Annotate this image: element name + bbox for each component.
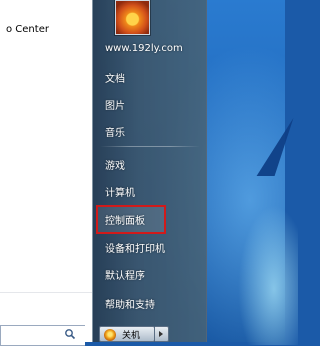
- program-item-center[interactable]: o Center: [6, 24, 49, 35]
- menu-item-games[interactable]: 游戏: [105, 157, 125, 172]
- search-icon[interactable]: [64, 328, 76, 340]
- desktop-glow: [238, 205, 298, 345]
- menu-item-control-panel[interactable]: 控制面板: [105, 212, 145, 227]
- menu-item-music[interactable]: 音乐: [105, 124, 125, 139]
- menu-item-computer[interactable]: 计算机: [105, 184, 135, 199]
- chevron-right-icon: [159, 331, 163, 337]
- menu-separator: [100, 146, 200, 147]
- menu-item-default-programs[interactable]: 默认程序: [105, 267, 145, 282]
- user-avatar[interactable]: [115, 0, 150, 35]
- shutdown-label: 关机: [122, 331, 141, 341]
- left-pane-divider: [0, 292, 92, 293]
- menu-item-devices-printers[interactable]: 设备和打印机: [105, 240, 165, 255]
- menu-item-documents[interactable]: 文档: [105, 70, 125, 85]
- menu-item-website[interactable]: www.192ly.com: [105, 43, 183, 54]
- start-menu-left-pane: [0, 0, 93, 342]
- menu-item-help-support[interactable]: 帮助和支持: [105, 296, 155, 311]
- power-icon: [104, 329, 116, 341]
- menu-item-pictures[interactable]: 图片: [105, 97, 125, 112]
